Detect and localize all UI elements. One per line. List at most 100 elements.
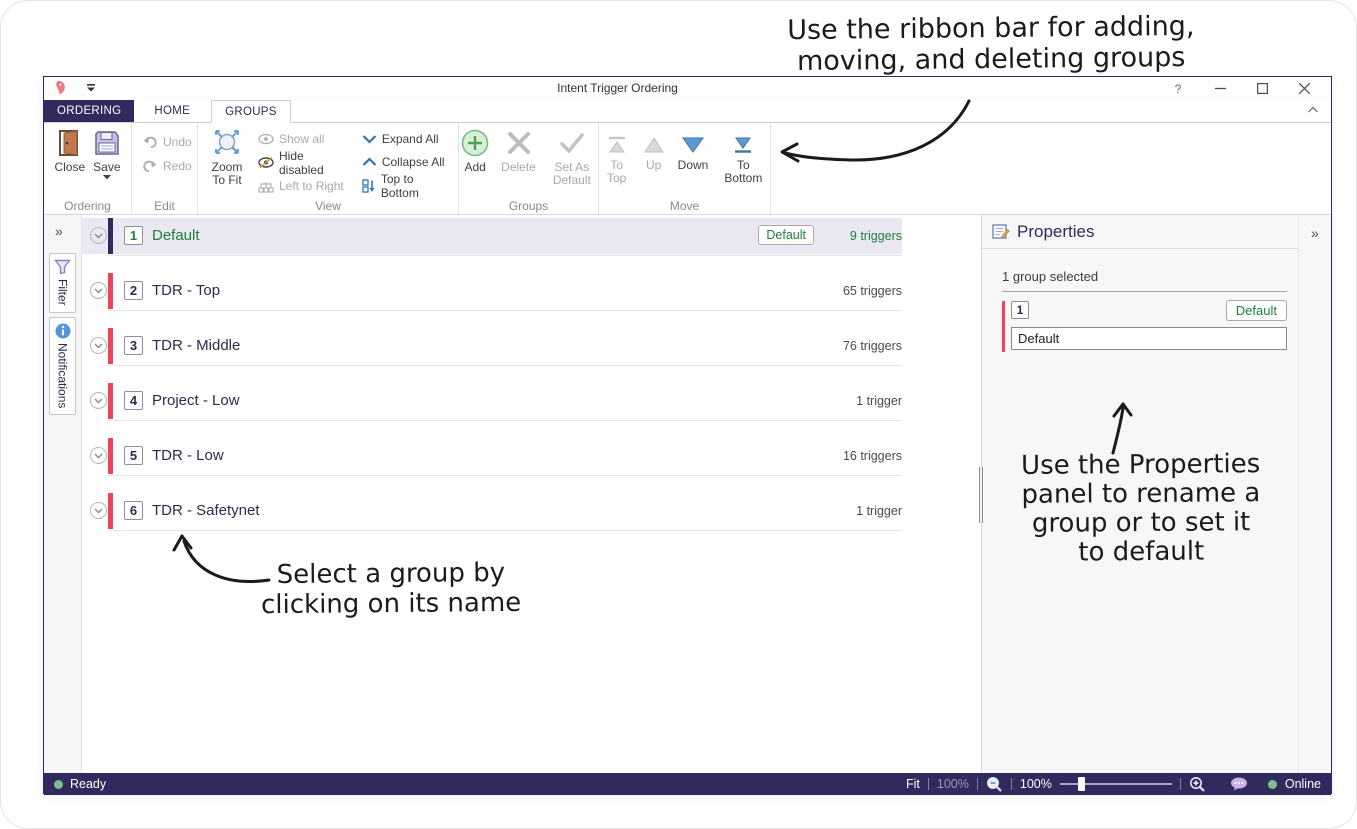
add-plus-circle-icon [461, 127, 489, 159]
window-title: Intent Trigger Ordering [44, 81, 1191, 95]
zoom-to-fit-label: Zoom To Fit [207, 161, 247, 187]
fit-button[interactable]: Fit [906, 777, 920, 791]
row-separator [108, 365, 902, 366]
move-to-bottom-button[interactable]: To Bottom [718, 132, 768, 198]
set-as-default-button[interactable]: Set As Default [545, 126, 599, 198]
row-expand-chevron-icon[interactable] [90, 282, 107, 299]
group-row-tdr-top[interactable]: 2 TDR - Top 65 triggers [82, 273, 902, 309]
collapse-ribbon-icon[interactable] [1307, 106, 1319, 114]
move-down-label: Down [678, 159, 709, 172]
ribbon-group-label: Groups [459, 199, 598, 213]
tab-groups[interactable]: GROUPS [211, 100, 291, 123]
collapse-properties-icon[interactable]: » [1311, 225, 1319, 241]
zoom-to-fit-button[interactable]: Zoom To Fit [204, 126, 250, 198]
expand-left-panel-icon[interactable]: » [55, 223, 63, 239]
close-button[interactable]: Close [51, 126, 88, 198]
sort-top-to-bottom-icon [362, 179, 376, 193]
tab-home[interactable]: HOME [141, 100, 203, 122]
group-name[interactable]: TDR - Middle [152, 337, 240, 354]
ribbon-group-move: To Top Up Down [599, 123, 771, 214]
expand-all-button[interactable]: Expand All [358, 127, 452, 151]
group-name[interactable]: Default [152, 227, 200, 244]
annotation-line: moving, and deleting groups [746, 41, 1236, 77]
row-expand-chevron-icon[interactable] [90, 392, 107, 409]
group-row-tdr-safetynet[interactable]: 6 TDR - Safetynet 1 trigger [82, 493, 902, 529]
panel-splitter[interactable] [982, 215, 983, 773]
row-expand-chevron-icon[interactable] [90, 227, 107, 244]
default-badge-button[interactable]: Default [1226, 300, 1287, 321]
move-up-label: Up [646, 159, 661, 172]
hide-disabled-label: Hide disabled [279, 149, 350, 177]
undo-button[interactable]: Undo [138, 130, 191, 154]
main-area: » Filter Notifications [44, 215, 1331, 773]
save-label: Save [93, 161, 120, 174]
zoom-slider-handle[interactable] [1078, 777, 1085, 791]
selected-group-card: 1 Default [1002, 299, 1287, 350]
annotation-ribbon-note: Use the ribbon bar for adding, moving, a… [746, 10, 1237, 77]
delete-x-icon [507, 127, 531, 159]
save-button[interactable]: Save [90, 126, 123, 198]
redo-button[interactable]: Redo [138, 154, 191, 178]
window-controls: ? [1157, 77, 1325, 100]
triangle-up-bar-icon [607, 133, 627, 157]
group-color-bar [108, 273, 113, 309]
row-separator [108, 420, 902, 421]
maximize-button[interactable] [1241, 77, 1283, 100]
trigger-count: 16 triggers [843, 449, 902, 463]
group-name[interactable]: Project - Low [152, 392, 240, 409]
minimize-button[interactable] [1199, 77, 1241, 100]
feedback-bubble-icon[interactable] [1230, 777, 1248, 791]
group-number: 4 [124, 391, 143, 410]
group-name[interactable]: TDR - Low [152, 447, 224, 464]
status-separator [977, 778, 978, 790]
ribbon-tab-row: ORDERING HOME GROUPS [44, 100, 1331, 123]
move-to-top-button[interactable]: To Top [601, 132, 633, 198]
group-number: 3 [124, 336, 143, 355]
add-label: Add [464, 161, 485, 174]
group-row-tdr-middle[interactable]: 3 TDR - Middle 76 triggers [82, 328, 902, 364]
move-to-bottom-label: To Bottom [721, 159, 765, 185]
zoom-out-icon[interactable] [986, 776, 1003, 792]
triangle-up-icon [643, 133, 665, 157]
zoom-in-icon[interactable] [1189, 776, 1206, 792]
screenshot-frame: Use the ribbon bar for adding, moving, a… [0, 0, 1357, 829]
group-number: 2 [124, 281, 143, 300]
collapse-all-button[interactable]: Collapse All [358, 151, 452, 175]
group-row-default[interactable]: 1 Default Default 9 triggers [82, 218, 902, 254]
notifications-tab[interactable]: Notifications [49, 317, 76, 415]
group-row-project-low[interactable]: 4 Project - Low 1 trigger [82, 383, 902, 419]
group-name[interactable]: TDR - Top [152, 282, 220, 299]
filter-tab[interactable]: Filter [49, 253, 76, 313]
group-name[interactable]: TDR - Safetynet [152, 502, 260, 519]
show-all-button[interactable]: Show all [254, 127, 354, 151]
row-expand-chevron-icon[interactable] [90, 337, 107, 354]
move-down-button[interactable]: Down [675, 132, 712, 198]
group-name-input[interactable] [1011, 327, 1287, 350]
row-expand-chevron-icon[interactable] [90, 502, 107, 519]
top-to-bottom-label: Top to Bottom [381, 172, 448, 200]
save-dropdown-icon[interactable] [103, 175, 111, 180]
add-group-button[interactable]: Add [458, 126, 492, 198]
redo-label: Redo [163, 159, 192, 173]
move-up-button[interactable]: Up [640, 132, 668, 198]
left-to-right-button[interactable]: Left to Right [254, 175, 354, 199]
delete-group-button[interactable]: Delete [498, 126, 539, 198]
close-window-button[interactable] [1283, 77, 1325, 100]
properties-icon [992, 223, 1010, 240]
title-bar: Intent Trigger Ordering ? [44, 77, 1331, 100]
selection-divider [1002, 291, 1287, 292]
funnel-icon [54, 259, 71, 275]
zoom-slider[interactable] [1060, 777, 1172, 791]
group-number: 5 [124, 446, 143, 465]
help-button[interactable]: ? [1157, 77, 1199, 100]
tab-ordering[interactable]: ORDERING [44, 100, 134, 122]
properties-title: Properties [1017, 222, 1094, 242]
top-to-bottom-button[interactable]: Top to Bottom [358, 174, 452, 198]
group-row-tdr-low[interactable]: 5 TDR - Low 16 triggers [82, 438, 902, 474]
row-expand-chevron-icon[interactable] [90, 447, 107, 464]
default-badge: Default [758, 225, 814, 245]
hide-disabled-button[interactable]: Hide disabled [254, 151, 354, 175]
door-icon [57, 127, 83, 159]
splitter-grip[interactable] [979, 467, 983, 523]
trigger-count: 1 trigger [856, 394, 902, 408]
